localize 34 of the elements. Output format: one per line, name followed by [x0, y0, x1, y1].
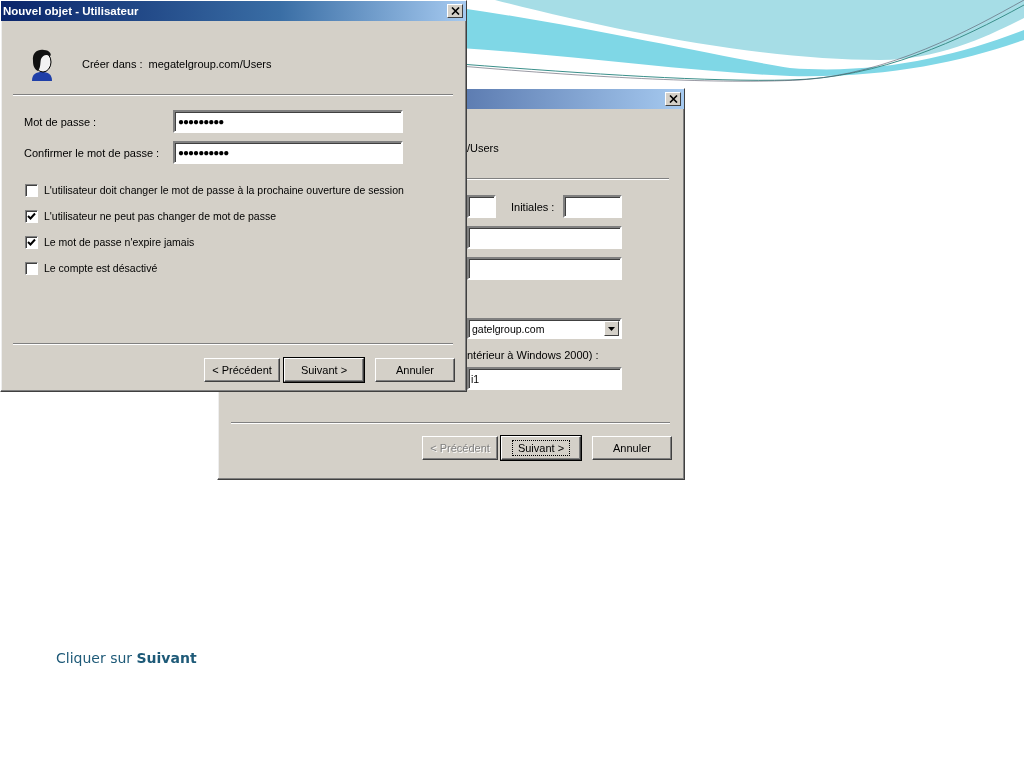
slide-caption: Cliquer sur Suivant [56, 650, 197, 666]
text-field[interactable] [467, 226, 622, 249]
first-name-field[interactable] [467, 195, 496, 218]
dialog-button[interactable]: < Précédent [204, 358, 280, 382]
field-label: Initiales : [511, 200, 556, 213]
field-label: Confirmer le mot de passe : [24, 146, 161, 159]
close-button[interactable] [665, 92, 681, 106]
container-path: megatelgroup.com/Users [148, 58, 272, 70]
password-field[interactable]: ●●●●●●●●● [173, 110, 403, 133]
checkbox-label: L'utilisateur doit changer le mot de passe à la prochaine ouverture de session [44, 184, 404, 196]
initials-field[interactable] [563, 195, 622, 218]
field-label: Créer dans : [82, 58, 143, 70]
checkbox[interactable] [25, 209, 38, 223]
text-field[interactable] [467, 257, 622, 280]
checkbox-label: L'utilisateur ne peut pas changer de mot de passe [44, 210, 276, 222]
container-path: /Users [467, 142, 500, 154]
dialog-button[interactable]: Annuler [592, 436, 672, 460]
close-icon [668, 95, 678, 103]
checkbox-label: Le mot de passe n'expire jamais [44, 236, 195, 248]
domain-dropdown[interactable]: gatelgroup.com [467, 318, 622, 339]
checkbox[interactable] [25, 261, 38, 275]
checkbox[interactable] [25, 183, 38, 197]
dialog-button[interactable]: Suivant > [284, 358, 364, 382]
logon-name-field[interactable]: i1 [467, 367, 622, 390]
password-field[interactable]: ●●●●●●●●●● [173, 141, 403, 164]
close-icon [450, 7, 460, 15]
field-label: Mot de passe : [24, 115, 98, 128]
checkbox[interactable] [25, 235, 38, 249]
window-title: Nouvel objet - Utilisateur [3, 5, 139, 17]
field-label: ntérieur à Windows 2000) : [467, 349, 600, 361]
dialog-button[interactable]: Annuler [375, 358, 455, 382]
dialog-button[interactable]: Suivant > [501, 436, 581, 460]
checkbox-label: Le compte est désactivé [44, 262, 158, 274]
close-button[interactable] [447, 4, 463, 18]
